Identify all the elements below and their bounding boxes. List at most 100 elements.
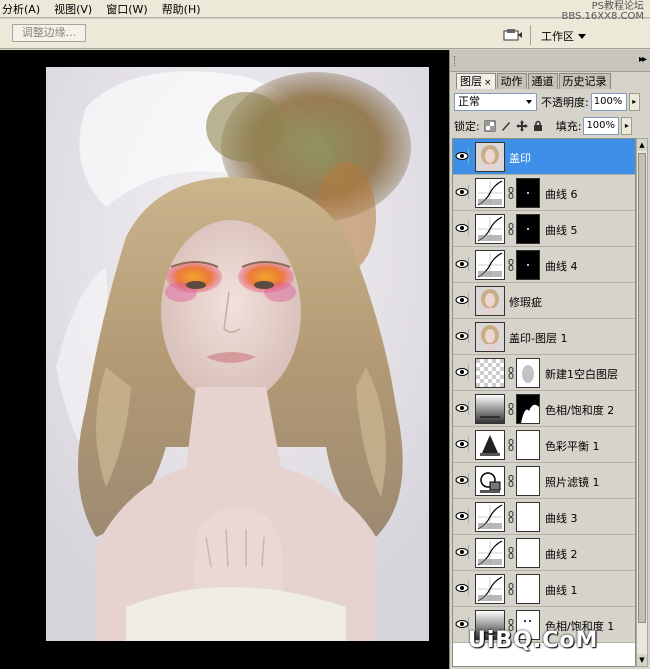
eye-icon[interactable] bbox=[455, 545, 469, 559]
link-chain-icon[interactable] bbox=[508, 223, 514, 235]
menu-view[interactable]: 视图(V) bbox=[47, 1, 99, 17]
canvas-photo bbox=[46, 67, 429, 641]
tab-actions[interactable]: 动作 bbox=[496, 73, 527, 89]
refine-edge-button[interactable]: 调整边缘... bbox=[12, 24, 86, 42]
layer-thumbnail[interactable] bbox=[475, 430, 505, 460]
layer-mask-thumbnail[interactable] bbox=[516, 538, 540, 568]
layer-row[interactable]: 曲线 1 bbox=[453, 571, 635, 607]
lock-position-move-icon[interactable] bbox=[515, 120, 528, 132]
eye-icon[interactable] bbox=[455, 329, 469, 343]
workspace-label: 工作区 bbox=[541, 30, 574, 43]
layers-scrollbar[interactable]: ▲ ▼ bbox=[636, 138, 648, 667]
layer-thumbnail[interactable] bbox=[475, 394, 505, 424]
menu-analysis[interactable]: 分析(A) bbox=[0, 1, 47, 17]
eye-icon[interactable] bbox=[455, 509, 469, 523]
layer-thumbnail[interactable] bbox=[475, 358, 505, 388]
scroll-up-icon[interactable]: ▲ bbox=[637, 139, 647, 151]
layer-mask-thumbnail[interactable] bbox=[516, 502, 540, 532]
panel-dock-header[interactable]: ▸▸ bbox=[450, 50, 650, 72]
layer-name: 曲线 6 bbox=[545, 188, 578, 201]
link-chain-icon[interactable] bbox=[508, 367, 514, 379]
lock-controls: 锁定: 填充: 100% ▸ bbox=[454, 116, 646, 136]
layer-thumbnail[interactable] bbox=[475, 178, 505, 208]
link-chain-icon[interactable] bbox=[508, 439, 514, 451]
tab-history[interactable]: 历史记录 bbox=[558, 73, 611, 89]
layer-mask-thumbnail[interactable] bbox=[516, 430, 540, 460]
layer-thumbnail[interactable] bbox=[475, 214, 505, 244]
layer-thumbnail[interactable] bbox=[475, 250, 505, 280]
eye-icon[interactable] bbox=[455, 473, 469, 487]
layer-name: 色彩平衡 1 bbox=[545, 440, 600, 453]
eye-icon[interactable] bbox=[455, 401, 469, 415]
lock-all-icon[interactable] bbox=[532, 120, 544, 132]
layer-thumbnail[interactable] bbox=[475, 538, 505, 568]
tab-layers[interactable]: 图层 × bbox=[456, 73, 496, 89]
layer-row[interactable]: 新建1空白图层 bbox=[453, 355, 635, 391]
layer-thumbnail[interactable] bbox=[475, 574, 505, 604]
layer-name: 曲线 3 bbox=[545, 512, 578, 525]
lock-label: 锁定: bbox=[454, 120, 480, 133]
layer-row[interactable]: 曲线 6 bbox=[453, 175, 635, 211]
layer-thumbnail[interactable] bbox=[475, 286, 505, 316]
tab-channels[interactable]: 通道 bbox=[527, 73, 558, 89]
layer-mask-thumbnail[interactable] bbox=[516, 466, 540, 496]
link-chain-icon[interactable] bbox=[508, 187, 514, 199]
link-chain-icon[interactable] bbox=[508, 547, 514, 559]
layer-thumbnail[interactable] bbox=[475, 322, 505, 352]
layer-mask-thumbnail[interactable] bbox=[516, 394, 540, 424]
eye-icon[interactable] bbox=[455, 257, 469, 271]
tool-preset-icon[interactable] bbox=[503, 28, 523, 42]
layer-row[interactable]: 盖印-图层 1 bbox=[453, 319, 635, 355]
layer-mask-thumbnail[interactable] bbox=[516, 250, 540, 280]
eye-icon[interactable] bbox=[455, 185, 469, 199]
layer-mask-thumbnail[interactable] bbox=[516, 574, 540, 604]
scroll-down-icon[interactable]: ▼ bbox=[637, 654, 647, 666]
layer-row[interactable]: 曲线 4 bbox=[453, 247, 635, 283]
layer-thumbnail[interactable] bbox=[475, 466, 505, 496]
link-chain-icon[interactable] bbox=[508, 511, 514, 523]
layer-row[interactable]: 修瑕疵 bbox=[453, 283, 635, 319]
layer-mask-thumbnail[interactable] bbox=[516, 178, 540, 208]
layer-row[interactable]: 曲线 5 bbox=[453, 211, 635, 247]
opacity-input[interactable]: 100% bbox=[590, 93, 627, 111]
lock-transparency-icon[interactable] bbox=[484, 120, 496, 132]
opacity-slider-button[interactable]: ▸ bbox=[628, 93, 640, 111]
blend-mode-select[interactable]: 正常 bbox=[454, 93, 537, 111]
eye-icon[interactable] bbox=[455, 581, 469, 595]
layer-thumbnail[interactable] bbox=[475, 142, 505, 172]
grip-icon[interactable] bbox=[454, 56, 456, 66]
workspace-menu[interactable]: 工作区 bbox=[541, 28, 586, 44]
layer-row[interactable]: 色相/饱和度 2 bbox=[453, 391, 635, 427]
eye-icon[interactable] bbox=[455, 149, 469, 163]
menu-bar: 分析(A) 视图(V) 窗口(W) 帮助(H) bbox=[0, 0, 650, 18]
link-chain-icon[interactable] bbox=[508, 583, 514, 595]
menu-window[interactable]: 窗口(W) bbox=[99, 1, 154, 17]
eye-icon[interactable] bbox=[455, 293, 469, 307]
blend-controls: 正常 不透明度: 100% ▸ bbox=[454, 92, 646, 112]
layer-name: 修瑕疵 bbox=[509, 296, 542, 309]
link-chain-icon[interactable] bbox=[508, 403, 514, 415]
eye-icon[interactable] bbox=[455, 617, 469, 631]
link-chain-icon[interactable] bbox=[508, 475, 514, 487]
layer-row[interactable]: 盖印 bbox=[453, 139, 635, 175]
layer-row[interactable]: 曲线 3 bbox=[453, 499, 635, 535]
fill-input[interactable]: 100% bbox=[583, 117, 620, 135]
layer-row[interactable]: 照片滤镜 1 bbox=[453, 463, 635, 499]
layer-name: 新建1空白图层 bbox=[545, 368, 618, 381]
layer-thumbnail[interactable] bbox=[475, 502, 505, 532]
menu-help[interactable]: 帮助(H) bbox=[155, 1, 208, 17]
layer-row[interactable]: 曲线 2 bbox=[453, 535, 635, 571]
layer-row[interactable]: 色彩平衡 1 bbox=[453, 427, 635, 463]
link-chain-icon[interactable] bbox=[508, 259, 514, 271]
document-canvas[interactable] bbox=[0, 50, 449, 669]
layer-mask-thumbnail[interactable] bbox=[516, 358, 540, 388]
fill-slider-button[interactable]: ▸ bbox=[621, 117, 633, 135]
close-icon[interactable]: × bbox=[484, 78, 492, 88]
collapse-icon[interactable]: ▸▸ bbox=[639, 54, 647, 65]
eye-icon[interactable] bbox=[455, 437, 469, 451]
scroll-thumb[interactable] bbox=[638, 153, 646, 623]
lock-pixels-brush-icon[interactable] bbox=[500, 120, 512, 132]
layer-mask-thumbnail[interactable] bbox=[516, 214, 540, 244]
eye-icon[interactable] bbox=[455, 365, 469, 379]
eye-icon[interactable] bbox=[455, 221, 469, 235]
